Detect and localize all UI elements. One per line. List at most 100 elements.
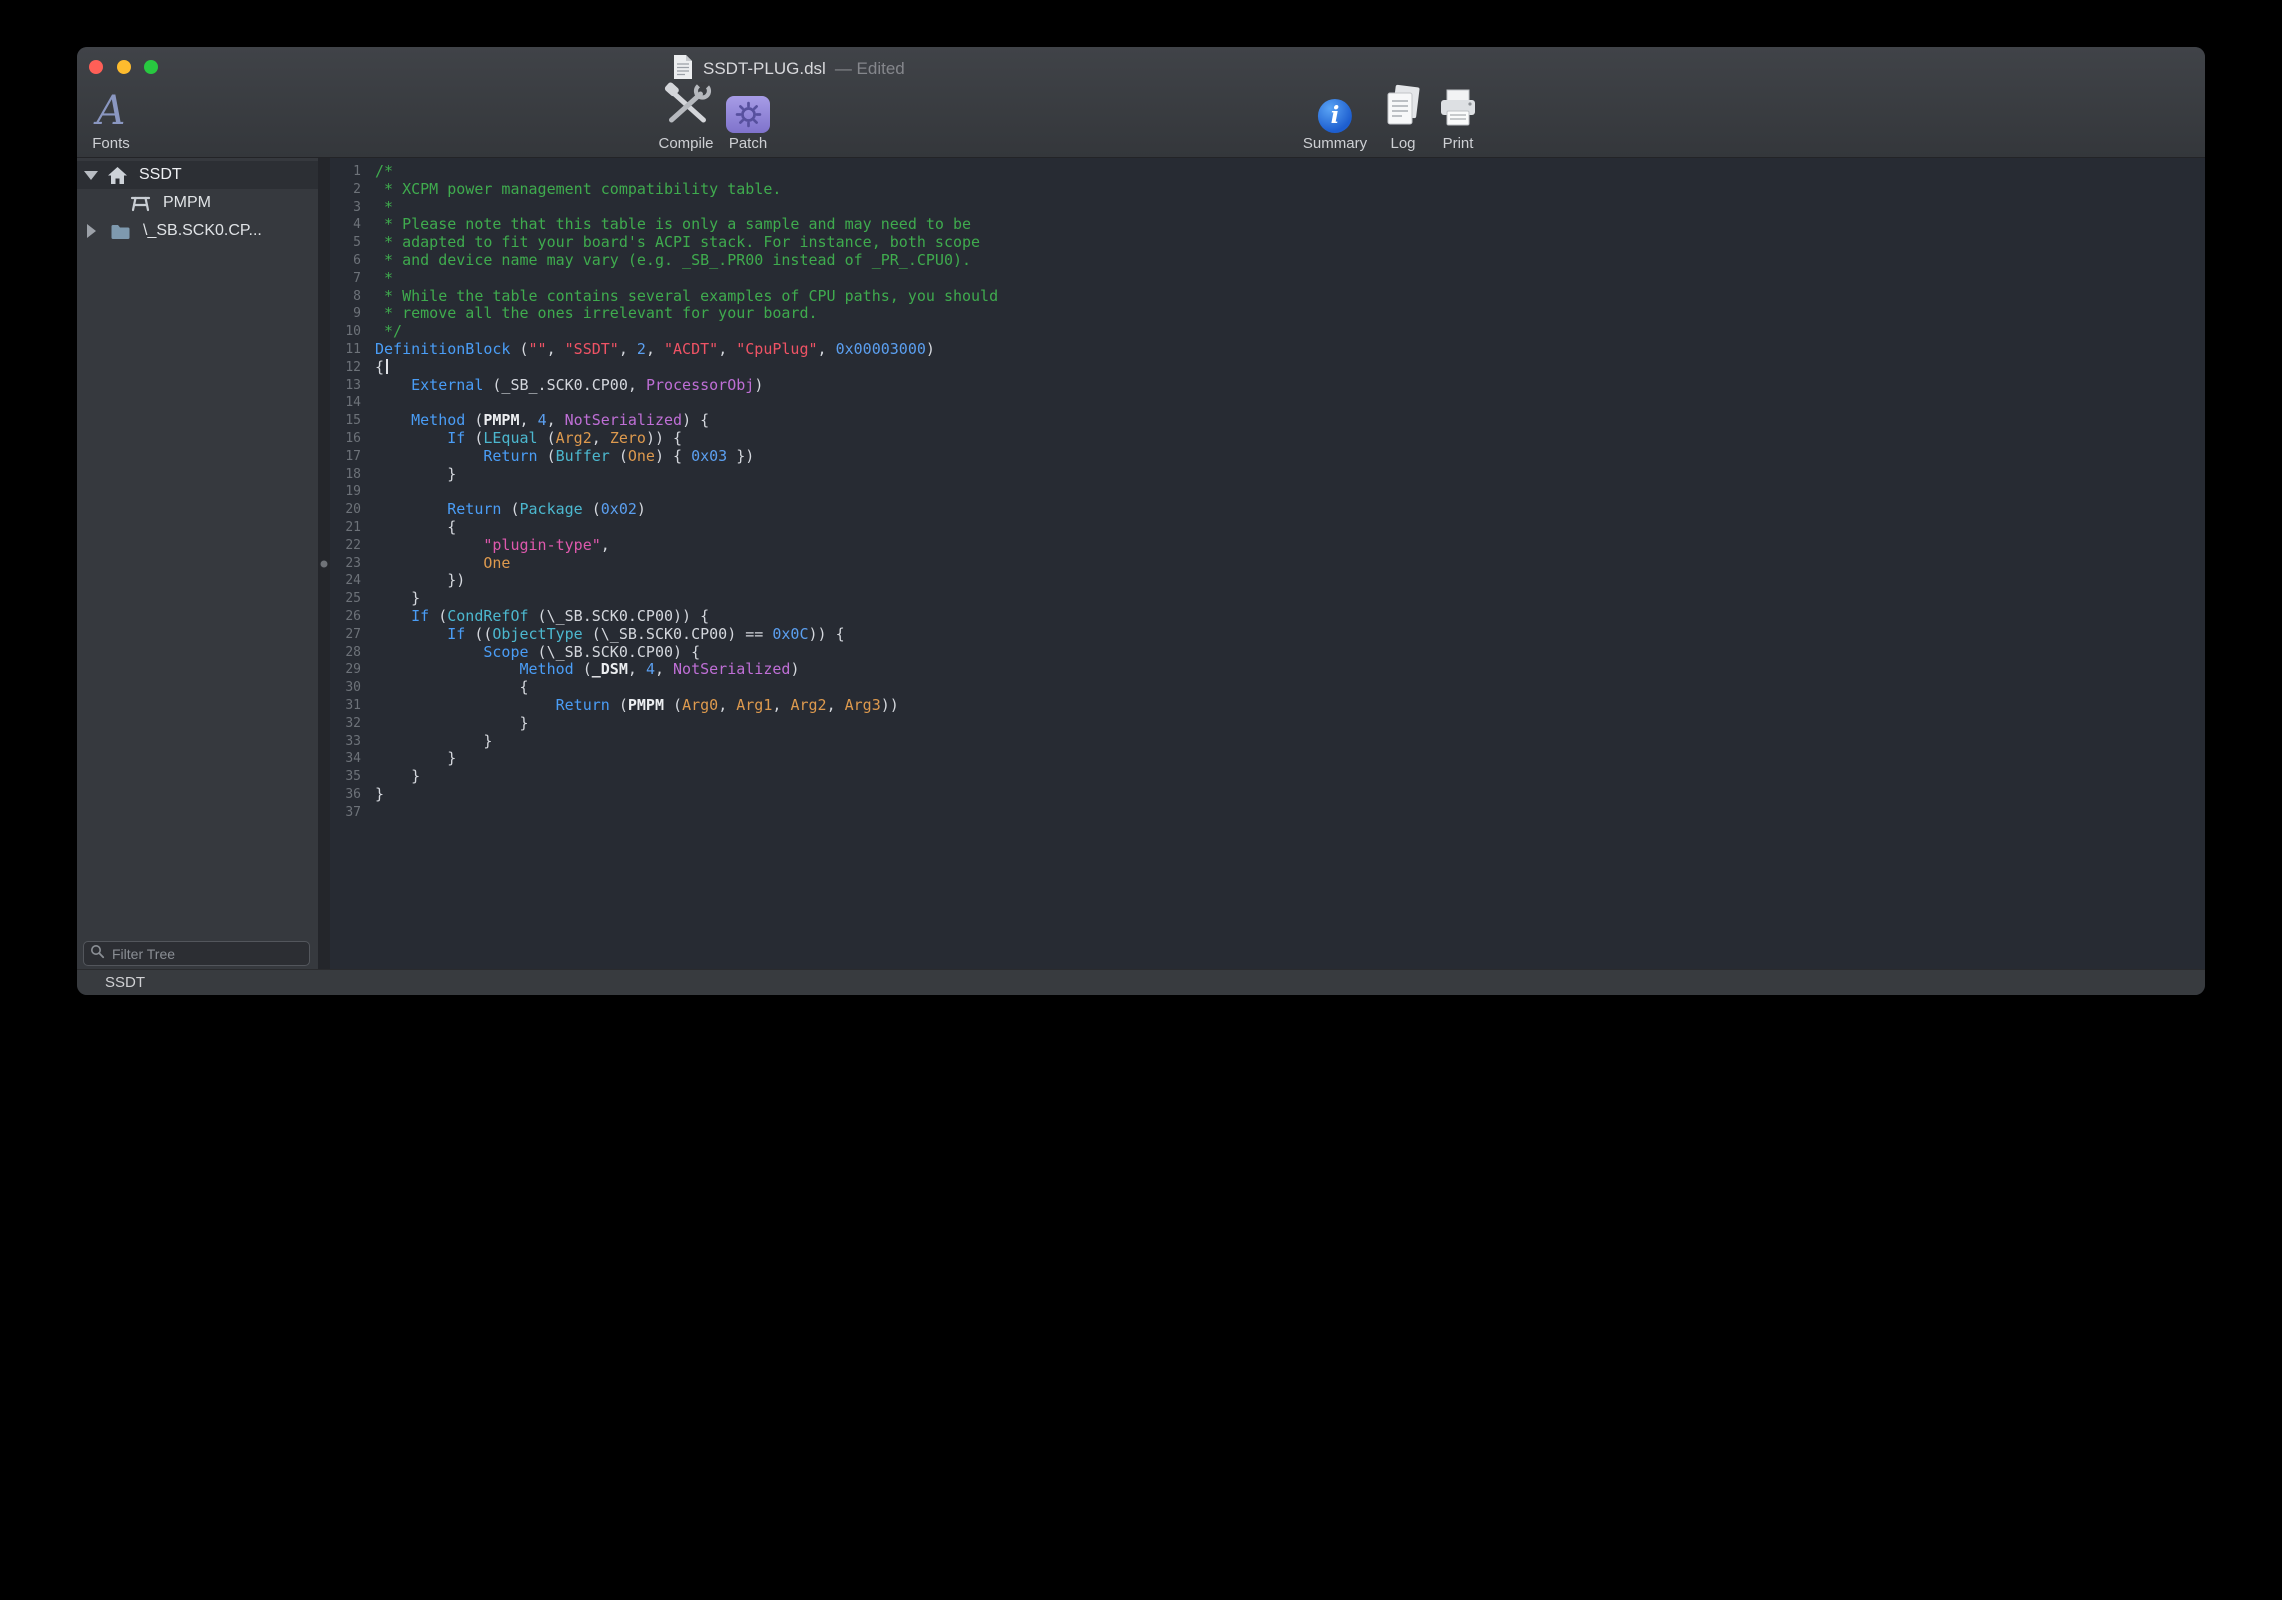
code-token: ( xyxy=(465,411,483,429)
code-token: }) xyxy=(727,447,754,465)
code-line[interactable]: 7 * xyxy=(330,270,2205,288)
filter-tree-input[interactable] xyxy=(110,945,303,963)
code-line[interactable]: 16 If (LEqual (Arg2, Zero)) { xyxy=(330,430,2205,448)
code-token: Scope xyxy=(483,643,528,661)
patch-button[interactable]: Patch xyxy=(726,85,770,151)
close-button[interactable] xyxy=(89,60,103,74)
line-number: 33 xyxy=(330,733,366,751)
code-token: 4 xyxy=(646,660,655,678)
tree-item-pmpm[interactable]: PMPM xyxy=(77,189,318,217)
code-line[interactable]: 13 External (_SB_.SCK0.CP00, ProcessorOb… xyxy=(330,377,2205,395)
code-token: Zero xyxy=(610,429,646,447)
code-line[interactable]: 6 * and device name may vary (e.g. _SB_.… xyxy=(330,252,2205,270)
code-line[interactable]: 4 * Please note that this table is only … xyxy=(330,216,2205,234)
fonts-button[interactable]: A Fonts xyxy=(92,85,130,151)
sidebar-splitter[interactable] xyxy=(318,158,330,970)
compile-button[interactable]: Compile xyxy=(658,85,713,151)
code-line[interactable]: 23 One xyxy=(330,555,2205,573)
code-token: (\_SB.SCK0.CP00) == xyxy=(583,625,773,643)
code-line[interactable]: 22 "plugin-type", xyxy=(330,537,2205,555)
code-token: * Please note that this table is only a … xyxy=(375,215,971,233)
code-token: , xyxy=(547,340,565,358)
code-token: Return xyxy=(447,500,501,518)
code-line[interactable]: 11DefinitionBlock ("", "SSDT", 2, "ACDT"… xyxy=(330,341,2205,359)
code-line[interactable]: 33 } xyxy=(330,733,2205,751)
code-line[interactable]: 36} xyxy=(330,786,2205,804)
code-line[interactable]: 1/* xyxy=(330,163,2205,181)
code-line[interactable]: 24 }) xyxy=(330,572,2205,590)
code-token: , xyxy=(520,411,538,429)
code-line[interactable]: 27 If ((ObjectType (\_SB.SCK0.CP00) == 0… xyxy=(330,626,2205,644)
code-line[interactable]: 37 xyxy=(330,804,2205,822)
print-button[interactable]: Print xyxy=(1438,85,1478,151)
code-token: { xyxy=(375,678,529,696)
code-token xyxy=(375,411,411,429)
disclosure-open-icon[interactable] xyxy=(84,171,98,180)
code-line[interactable]: 14 xyxy=(330,394,2205,412)
code-token: , xyxy=(547,411,565,429)
minimize-button[interactable] xyxy=(117,60,131,74)
code-token: , xyxy=(655,660,673,678)
tree-item-label: PMPM xyxy=(163,194,211,212)
line-number: 30 xyxy=(330,679,366,697)
line-number: 32 xyxy=(330,715,366,733)
line-number: 18 xyxy=(330,466,366,484)
code-line[interactable]: 35 } xyxy=(330,768,2205,786)
code-line[interactable]: 21 { xyxy=(330,519,2205,537)
summary-button[interactable]: i Summary xyxy=(1303,85,1367,151)
code-token xyxy=(375,376,411,394)
disclosure-closed-icon[interactable] xyxy=(87,224,96,238)
line-number: 29 xyxy=(330,661,366,679)
code-line[interactable]: 2 * XCPM power management compatibility … xyxy=(330,181,2205,199)
code-line[interactable]: 29 Method (_DSM, 4, NotSerialized) xyxy=(330,661,2205,679)
code-token: ) xyxy=(926,340,935,358)
code-line[interactable]: 9 * remove all the ones irrelevant for y… xyxy=(330,305,2205,323)
tree-item-ssdt[interactable]: SSDT xyxy=(77,161,318,189)
line-number: 26 xyxy=(330,608,366,626)
search-icon xyxy=(90,944,105,964)
zoom-button[interactable] xyxy=(144,60,158,74)
line-number: 19 xyxy=(330,483,366,501)
code-line[interactable]: 25 } xyxy=(330,590,2205,608)
code-line[interactable]: 5 * adapted to fit your board's ACPI sta… xyxy=(330,234,2205,252)
code-token: } xyxy=(375,714,529,732)
line-number: 37 xyxy=(330,804,366,822)
line-number: 23 xyxy=(330,555,366,573)
code-token: * adapted to fit your board's ACPI stack… xyxy=(375,233,980,251)
log-pages-icon xyxy=(1384,84,1422,133)
tree-item-sb-sck0[interactable]: \_SB.SCK0.CP... xyxy=(77,217,318,245)
code-token: * While the table contains several examp… xyxy=(375,287,998,305)
code-line[interactable]: 31 Return (PMPM (Arg0, Arg1, Arg2, Arg3)… xyxy=(330,697,2205,715)
code-line[interactable]: 15 Method (PMPM, 4, NotSerialized) { xyxy=(330,412,2205,430)
filter-tree-field[interactable] xyxy=(83,941,310,966)
code-token: LEqual xyxy=(483,429,537,447)
code-line[interactable]: 19 xyxy=(330,483,2205,501)
code-line[interactable]: 8 * While the table contains several exa… xyxy=(330,288,2205,306)
code-line[interactable]: 30 { xyxy=(330,679,2205,697)
log-button[interactable]: Log xyxy=(1384,85,1422,151)
code-token: ) xyxy=(637,500,646,518)
line-number: 22 xyxy=(330,537,366,555)
status-bar: SSDT xyxy=(77,969,2205,995)
code-editor[interactable]: 1/*2 * XCPM power management compatibili… xyxy=(330,158,2205,970)
code-line[interactable]: 10 */ xyxy=(330,323,2205,341)
code-line[interactable]: 18 } xyxy=(330,466,2205,484)
line-number: 28 xyxy=(330,644,366,662)
code-token: One xyxy=(628,447,655,465)
code-line[interactable]: 26 If (CondRefOf (\_SB.SCK0.CP00)) { xyxy=(330,608,2205,626)
code-line[interactable]: 28 Scope (\_SB.SCK0.CP00) { xyxy=(330,644,2205,662)
code-line[interactable]: 34 } xyxy=(330,750,2205,768)
code-token: , xyxy=(601,536,610,554)
line-number: 8 xyxy=(330,288,366,306)
code-token xyxy=(375,447,483,465)
code-token: ( xyxy=(538,429,556,447)
code-line[interactable]: 20 Return (Package (0x02) xyxy=(330,501,2205,519)
fonts-label: Fonts xyxy=(92,136,130,151)
split-handle-icon[interactable] xyxy=(321,561,328,568)
code-line[interactable]: 12{ xyxy=(330,359,2205,377)
code-line[interactable]: 3 * xyxy=(330,199,2205,217)
code-token: Arg2 xyxy=(556,429,592,447)
code-line[interactable]: 32 } xyxy=(330,715,2205,733)
line-number: 27 xyxy=(330,626,366,644)
code-line[interactable]: 17 Return (Buffer (One) { 0x03 }) xyxy=(330,448,2205,466)
